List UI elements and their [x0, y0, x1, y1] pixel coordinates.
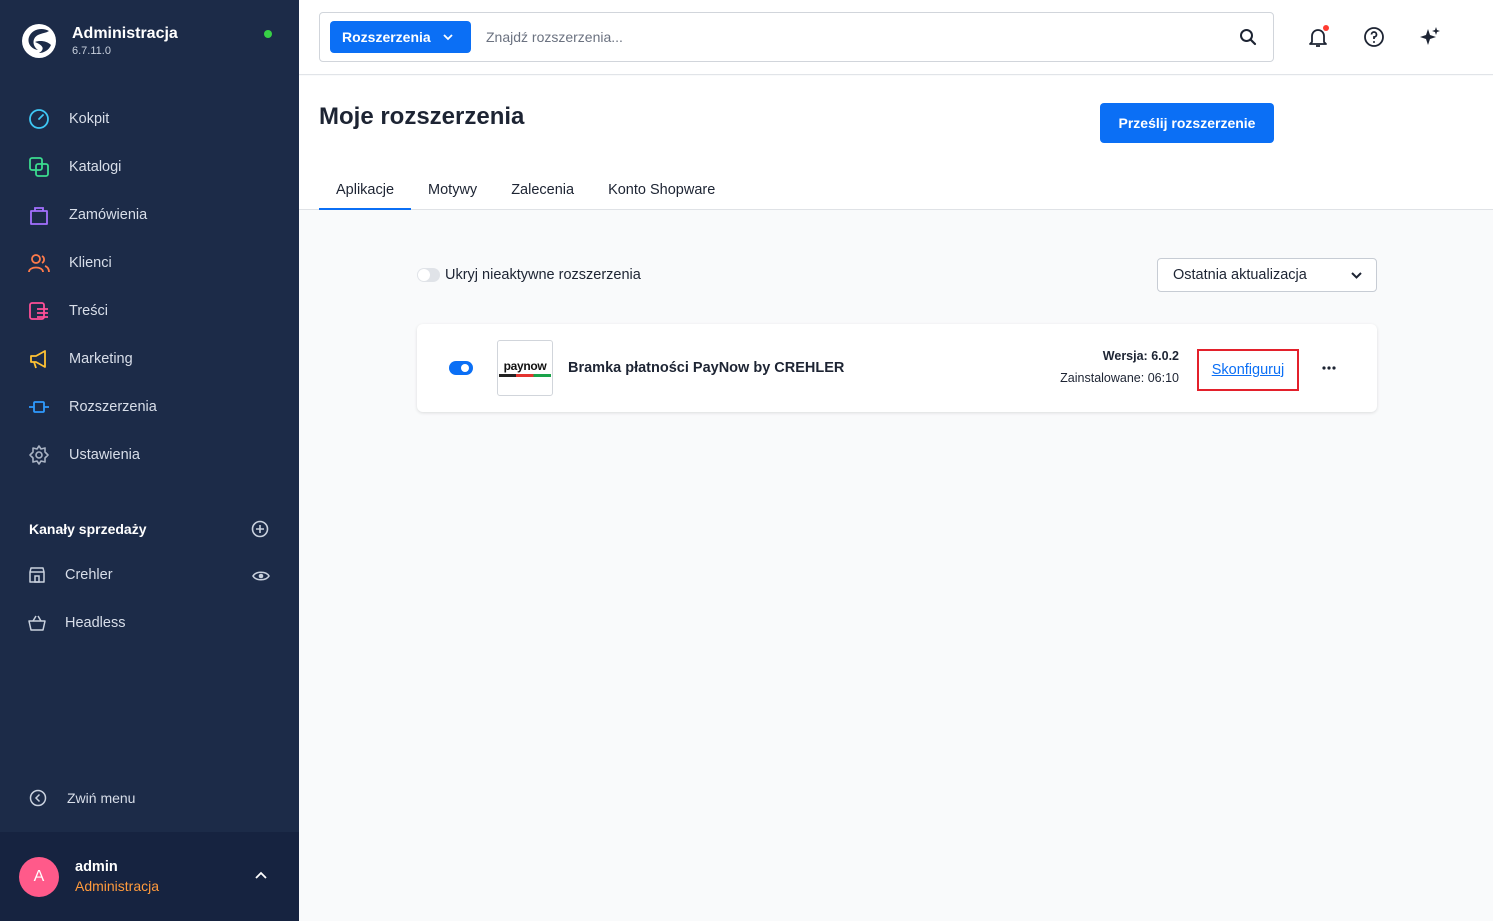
- marketing-icon: [30, 350, 46, 369]
- sidebar-item-label: Katalogi: [69, 159, 122, 175]
- user-name: admin: [75, 858, 118, 875]
- sales-channels-title: Kanały sprzedaży: [29, 521, 147, 537]
- chevron-left-circle-icon: [29, 789, 47, 807]
- tab-recommendations[interactable]: Zalecenia: [494, 176, 591, 210]
- filter-row: Ukryj nieaktywne rozszerzenia Ostatnia a…: [417, 258, 1377, 292]
- logo-color-bar: [499, 374, 551, 377]
- user-role: Administracja: [75, 877, 160, 894]
- collapse-menu-button[interactable]: Zwiń menu: [29, 789, 135, 807]
- customers-icon: [28, 254, 50, 273]
- brand-title: Administracja: [72, 25, 178, 42]
- search-input[interactable]: [486, 29, 1239, 45]
- eye-icon[interactable]: [252, 567, 270, 585]
- sort-select[interactable]: Ostatnia aktualizacja: [1157, 258, 1377, 292]
- sidebar-item-marketing[interactable]: Marketing: [0, 335, 299, 383]
- extension-name: Bramka płatności PayNow by CREHLER: [568, 360, 845, 376]
- configure-highlight: Skonfiguruj: [1197, 349, 1299, 391]
- user-menu[interactable]: A admin Administracja: [0, 832, 299, 921]
- sales-channel-headless[interactable]: Headless: [0, 599, 299, 647]
- sidebar-item-customers[interactable]: Klienci: [0, 239, 299, 287]
- content-icon: [29, 302, 48, 320]
- catalog-icon: [29, 157, 49, 177]
- sales-channels-list: Crehler Headless: [0, 551, 299, 647]
- sidebar-item-label: Klienci: [69, 255, 112, 271]
- sales-channels-header: Kanały sprzedaży: [29, 520, 269, 538]
- extension-logo: paynow: [497, 340, 553, 396]
- settings-icon: [29, 445, 49, 465]
- sort-select-label: Ostatnia aktualizacja: [1173, 267, 1307, 283]
- sidebar-item-label: Zamówienia: [69, 207, 148, 223]
- sales-channel-label: Crehler: [65, 567, 113, 583]
- sidebar-item-orders[interactable]: Zamówienia: [0, 191, 299, 239]
- tab-themes[interactable]: Motywy: [411, 176, 494, 210]
- search-scope-label: Rozszerzenia: [342, 29, 431, 45]
- sidebar-item-label: Ustawienia: [69, 447, 140, 463]
- online-status-dot: [264, 30, 272, 38]
- search-icon[interactable]: [1239, 28, 1257, 46]
- add-circle-icon[interactable]: [251, 520, 269, 538]
- orders-icon: [30, 207, 48, 225]
- sidebar-item-catalogs[interactable]: Katalogi: [0, 143, 299, 191]
- main-nav: Kokpit Katalogi Zamówienia Klienci Treśc…: [0, 95, 299, 479]
- tabs: Aplikacje Motywy Zalecenia Konto Shopwar…: [319, 176, 732, 210]
- shopware-logo-icon: [22, 24, 56, 58]
- sales-channel-label: Headless: [65, 615, 126, 631]
- more-options-icon[interactable]: [1321, 360, 1337, 376]
- sparkle-icon[interactable]: [1419, 26, 1441, 48]
- dashboard-icon: [29, 109, 49, 129]
- tab-apps[interactable]: Aplikacje: [319, 176, 412, 210]
- sales-channel-crehler[interactable]: Crehler: [0, 551, 299, 599]
- extension-installed-time: Zainstalowane: 06:10: [1060, 371, 1179, 385]
- search-bar: Rozszerzenia: [319, 12, 1274, 62]
- collapse-menu-label: Zwiń menu: [67, 790, 136, 806]
- sidebar-item-label: Marketing: [69, 351, 133, 367]
- sidebar-item-label: Treści: [69, 303, 108, 319]
- chevron-down-icon: [1351, 271, 1362, 279]
- storefront-icon: [29, 567, 45, 583]
- sidebar-item-content[interactable]: Treści: [0, 287, 299, 335]
- page-header: Moje rozszerzenia Prześlij rozszerzenie …: [299, 76, 1493, 210]
- basket-icon: [28, 615, 46, 631]
- brand-version: 6.7.11.0: [72, 45, 111, 57]
- brand[interactable]: Administracja 6.7.11.0: [20, 22, 178, 60]
- avatar: A: [19, 856, 59, 897]
- extension-logo-text: paynow: [503, 359, 547, 373]
- sidebar-item-dashboard[interactable]: Kokpit: [0, 95, 299, 143]
- hide-inactive-toggle[interactable]: [417, 268, 440, 282]
- tab-shopware-account[interactable]: Konto Shopware: [591, 176, 732, 210]
- extension-card: paynow Bramka płatności PayNow by CREHLE…: [417, 324, 1377, 412]
- sidebar-item-extensions[interactable]: Rozszerzenia: [0, 383, 299, 431]
- main-content: Rozszerzenia Moje rozszerzenia Prześlij …: [299, 0, 1493, 921]
- top-bar: Rozszerzenia: [299, 0, 1493, 75]
- chevron-down-icon: [443, 33, 453, 40]
- upload-extension-button[interactable]: Prześlij rozszerzenie: [1100, 103, 1274, 143]
- page-title: Moje rozszerzenia: [319, 103, 525, 130]
- search-scope-dropdown[interactable]: Rozszerzenia: [330, 21, 471, 53]
- sidebar-item-label: Rozszerzenia: [69, 399, 157, 415]
- hide-inactive-label: Ukryj nieaktywne rozszerzenia: [445, 267, 641, 283]
- sidebar: Administracja 6.7.11.0 Kokpit Katalogi Z…: [0, 0, 299, 921]
- chevron-up-icon[interactable]: [254, 870, 268, 880]
- configure-link[interactable]: Skonfiguruj: [1212, 362, 1285, 378]
- sidebar-item-settings[interactable]: Ustawienia: [0, 431, 299, 479]
- extensions-icon: [29, 401, 49, 413]
- help-icon[interactable]: [1363, 26, 1385, 48]
- sidebar-item-label: Kokpit: [69, 111, 110, 127]
- extension-active-toggle[interactable]: [449, 361, 473, 375]
- extension-version: Wersja: 6.0.2: [1102, 349, 1179, 363]
- notification-dot: [1323, 25, 1329, 31]
